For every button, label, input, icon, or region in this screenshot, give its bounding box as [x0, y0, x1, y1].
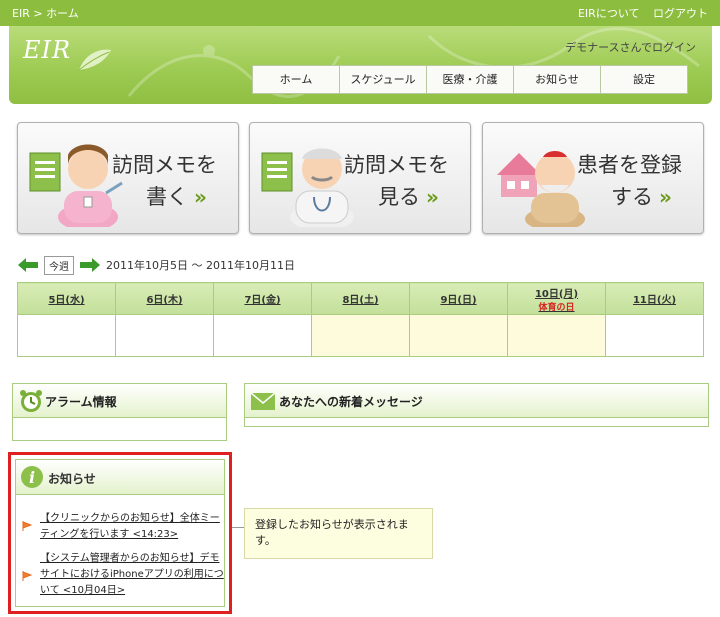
nav-schedule[interactable]: スケジュール: [339, 65, 427, 94]
double-chevron-right-icon: »: [426, 185, 439, 209]
site-header: EIR デモナースさんでログイン ホーム スケジュール 医療・介護 お知らせ 設…: [9, 26, 712, 104]
info-icon: i: [21, 466, 43, 488]
flag-icon: [22, 571, 32, 581]
messages-panel: あなたへの新着メッセージ: [244, 383, 709, 427]
news-item[interactable]: 【クリニックからのお知らせ】全体ミーティングを行います <14:23>: [40, 511, 226, 543]
alarm-panel-header: アラーム情報: [13, 384, 226, 418]
flag-icon: [22, 521, 32, 531]
breadcrumb-root-link[interactable]: EIR: [12, 7, 30, 20]
calendar-day-header[interactable]: 10日(月) 体育の日: [507, 282, 606, 315]
register-patient-button[interactable]: 患者を登録 する»: [482, 122, 704, 234]
calendar-day-header[interactable]: 11日(火): [605, 282, 704, 315]
news-panel: i お知らせ 【クリニックからのお知らせ】全体ミーティングを行います <14:2…: [8, 452, 232, 614]
calendar-cell[interactable]: [17, 314, 116, 357]
calendar-day-header[interactable]: 6日(木): [115, 282, 214, 315]
view-visit-memo-button[interactable]: 訪問メモを 見る»: [249, 122, 471, 234]
nav-medical-care[interactable]: 医療・介護: [426, 65, 514, 94]
about-link[interactable]: EIRについて: [578, 7, 640, 20]
news-list: 【クリニックからのお知らせ】全体ミーティングを行います <14:23> 【システ…: [15, 495, 225, 607]
write-button-line1: 訪問メモを: [112, 153, 217, 177]
breadcrumb: EIR > ホーム: [12, 5, 79, 21]
logout-link[interactable]: ログアウト: [653, 7, 708, 20]
this-week-button[interactable]: 今週: [44, 255, 74, 275]
news-panel-title: お知らせ: [48, 472, 96, 486]
view-button-line2: 見る: [378, 185, 420, 209]
week-calendar: 5日(水) 6日(木) 7日(金) 8日(土) 9日(日) 10日(月) 体育の日…: [17, 282, 704, 357]
arrow-right-icon[interactable]: [80, 258, 100, 272]
svg-text:i: i: [29, 468, 35, 487]
nav-settings[interactable]: 設定: [600, 65, 688, 94]
callout-connector: [232, 527, 244, 528]
double-chevron-right-icon: »: [659, 185, 672, 209]
calendar-cell[interactable]: [115, 314, 214, 357]
alarm-panel: アラーム情報: [12, 383, 227, 441]
news-panel-header: i お知らせ: [15, 459, 225, 495]
week-navigation: 今週 2011年10月5日 〜 2011年10月11日: [18, 255, 295, 275]
register-button-line1: 患者を登録: [577, 153, 682, 177]
global-nav: ホーム スケジュール 医療・介護 お知らせ 設定: [252, 65, 688, 94]
double-chevron-right-icon: »: [194, 185, 207, 209]
calendar-cell[interactable]: [605, 314, 704, 357]
messages-panel-title: あなたへの新着メッセージ: [279, 395, 423, 409]
calendar-cell[interactable]: [409, 314, 508, 357]
breadcrumb-current: ホーム: [46, 7, 79, 20]
news-item[interactable]: 【システム管理者からのお知らせ】デモサイトにおけるiPhoneアプリの利用につい…: [40, 551, 226, 599]
leaf-icon: [78, 49, 111, 71]
nurse-memo-icon: [29, 144, 123, 227]
calendar-day-header[interactable]: 7日(金): [213, 282, 312, 315]
arrow-left-icon[interactable]: [18, 258, 38, 272]
alarm-panel-title: アラーム情報: [45, 395, 117, 409]
top-bar: EIR > ホーム EIRについて ログアウト: [0, 0, 720, 26]
calendar-cell[interactable]: [213, 314, 312, 357]
write-button-line2: 書く: [146, 185, 188, 209]
nav-home[interactable]: ホーム: [252, 65, 340, 94]
write-visit-memo-button[interactable]: 訪問メモを 書く»: [17, 122, 239, 234]
register-button-line2: する: [611, 185, 653, 209]
calendar-cell[interactable]: [311, 314, 410, 357]
alarm-clock-icon: [20, 390, 42, 412]
calendar-day-header[interactable]: 9日(日): [409, 282, 508, 315]
holiday-label: 体育の日: [538, 302, 575, 313]
eir-logo[interactable]: EIR: [23, 36, 71, 64]
annotation-callout: 登録したお知らせが表示されます。: [244, 508, 433, 559]
doctor-memo-icon: [261, 148, 354, 227]
patient-home-icon: [497, 151, 585, 227]
calendar-day-header[interactable]: 8日(土): [311, 282, 410, 315]
breadcrumb-separator: >: [33, 7, 43, 20]
messages-panel-header: あなたへの新着メッセージ: [245, 384, 708, 418]
calendar-day-header[interactable]: 5日(水): [17, 282, 116, 315]
view-button-line1: 訪問メモを: [344, 153, 449, 177]
login-user-text: デモナースさんでログイン: [565, 41, 696, 54]
top-links: EIRについて ログアウト: [568, 5, 708, 21]
nav-notices[interactable]: お知らせ: [513, 65, 601, 94]
envelope-icon: [251, 393, 275, 410]
week-range: 2011年10月5日 〜 2011年10月11日: [106, 259, 295, 272]
calendar-cell[interactable]: [507, 314, 606, 357]
